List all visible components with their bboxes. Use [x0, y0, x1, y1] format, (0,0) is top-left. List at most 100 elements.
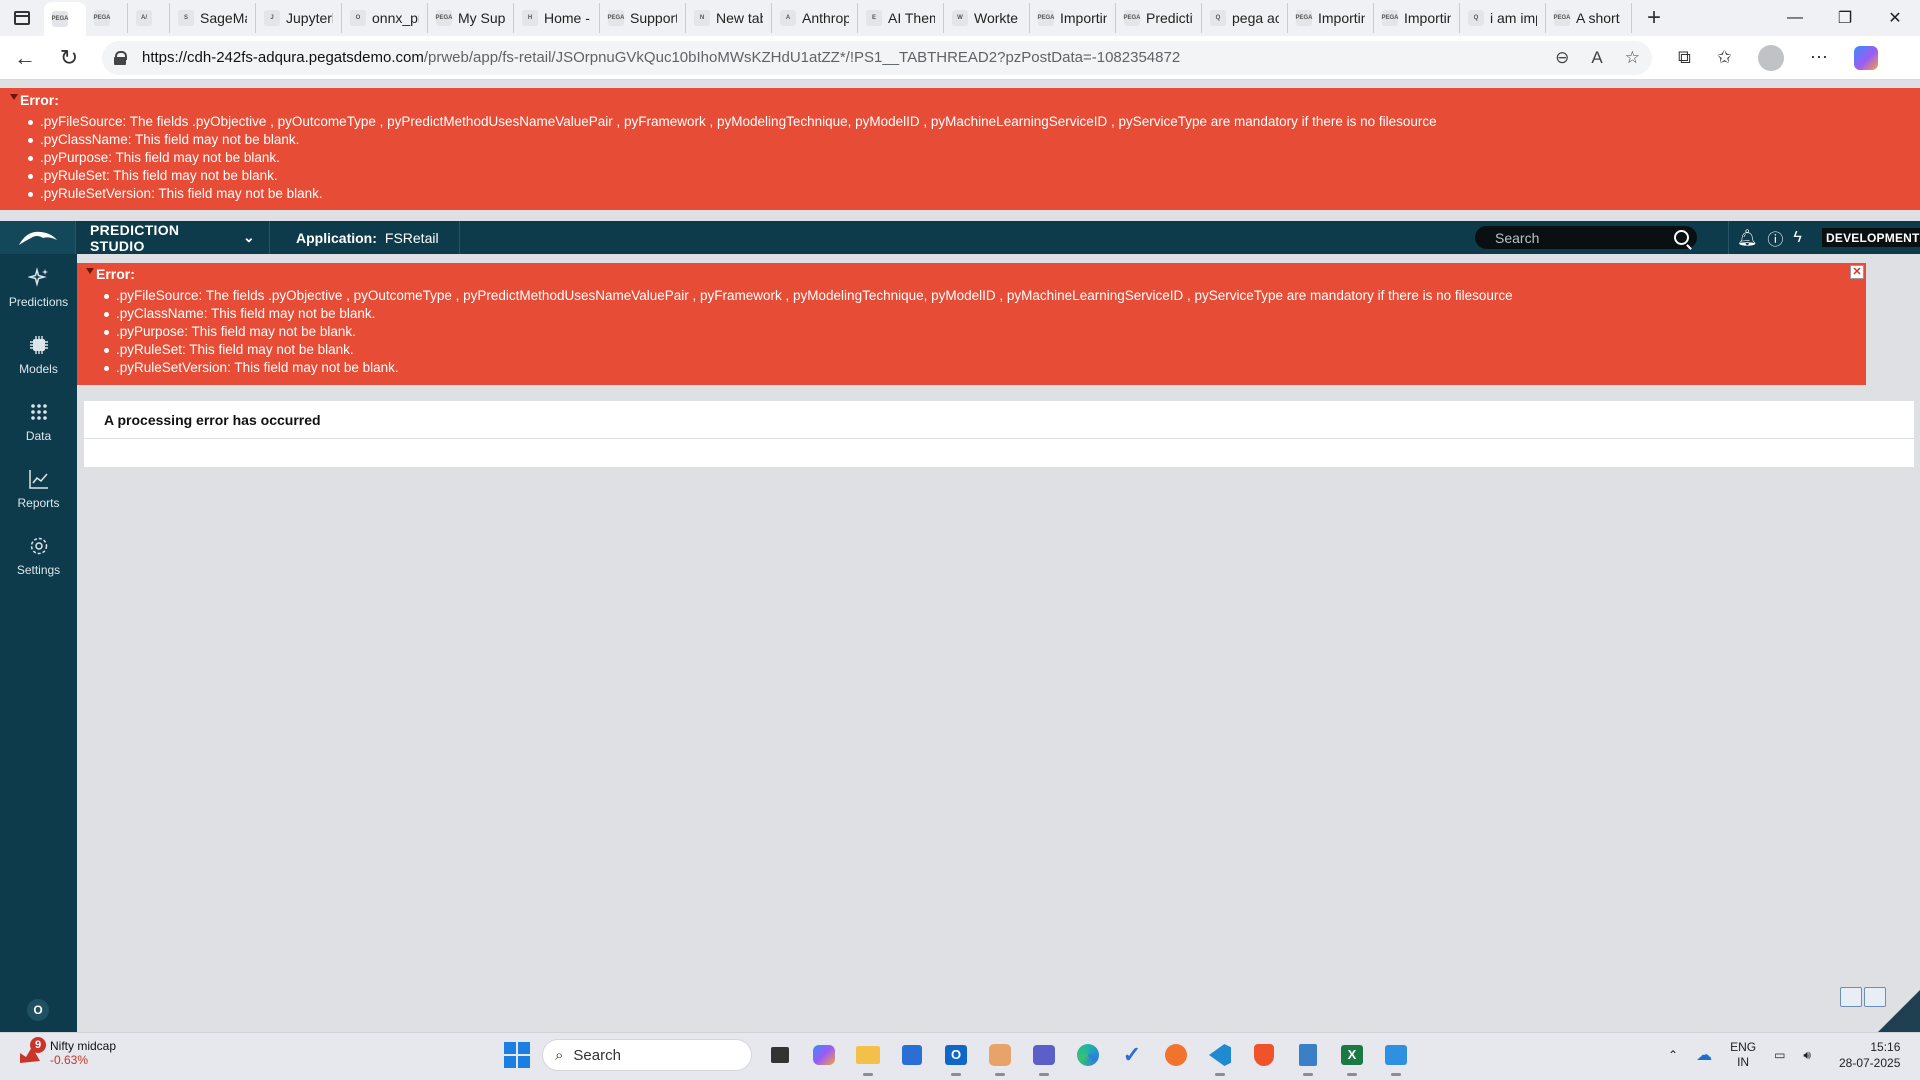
collapse-triangle-icon[interactable]	[86, 268, 94, 274]
show-hidden-icons-icon[interactable]: ⌃	[1668, 1048, 1678, 1062]
browser-tab[interactable]: PEGA Predictiv	[1116, 3, 1202, 33]
file-explorer-icon[interactable]	[852, 1039, 884, 1076]
extensions-icon[interactable]: ⧉	[1678, 47, 1691, 68]
bell-icon[interactable]: 🔔︎	[1737, 228, 1757, 248]
notepad-icon[interactable]	[1292, 1039, 1324, 1076]
browser-tab[interactable]: PEGA	[44, 2, 86, 36]
tab-favicon-icon: PEGA	[608, 10, 625, 26]
browser-tab[interactable]: Oonnx_pr	[342, 3, 428, 33]
nav-item-reports[interactable]: Reports	[0, 455, 77, 522]
brave-icon[interactable]	[1248, 1039, 1280, 1071]
browser-tab[interactable]: PEGA	[86, 3, 128, 33]
search-input[interactable]: Search	[1475, 226, 1697, 249]
taskbar-apps: ⌕ Search O ✓ X	[504, 1039, 1412, 1076]
back-icon[interactable]: ←	[6, 40, 44, 76]
profile-avatar[interactable]	[1757, 44, 1784, 71]
line-chart-icon	[28, 469, 48, 489]
nav-item-data[interactable]: Data	[0, 388, 77, 455]
tab-title: Importin	[1404, 10, 1451, 26]
pega-logo[interactable]	[0, 221, 76, 254]
application-switcher[interactable]: Application: FSRetail	[270, 221, 460, 254]
browser-tab[interactable]: PEGA Support	[600, 3, 686, 33]
browser-toolbar: ← ↻ https://cdh-242fs-adqura.pegatsdemo.…	[0, 36, 1920, 80]
teams-icon[interactable]	[1028, 1039, 1060, 1076]
copilot-icon[interactable]	[1853, 45, 1878, 70]
studio-name: PREDICTION STUDIO	[90, 221, 180, 254]
clock[interactable]: 15:16 28-07-2025	[1839, 1039, 1900, 1071]
read-aloud-icon[interactable]: A	[1591, 48, 1602, 68]
user-avatar[interactable]: O	[27, 999, 49, 1021]
tab-actions-menu-icon[interactable]	[0, 0, 44, 36]
browser-tab[interactable]: E AI Them	[858, 3, 944, 33]
address-bar[interactable]: https://cdh-242fs-adqura.pegatsdemo.com /…	[102, 40, 1652, 75]
error-message: .pyRuleSet: This field may not be blank.	[104, 341, 1857, 359]
tab-favicon-icon: S	[178, 10, 194, 26]
restore-icon[interactable]: ❐	[1820, 0, 1870, 36]
region-code: IN	[1737, 1055, 1750, 1069]
tab-favicon-icon: N	[694, 10, 710, 26]
vscode-icon[interactable]	[1204, 1039, 1236, 1076]
close-icon[interactable]: ✕	[1850, 265, 1864, 279]
browser-tab[interactable]: PEGA Importin	[1030, 3, 1116, 33]
browser-tab[interactable]: PEGA Importin	[1374, 3, 1460, 33]
collapse-triangle-icon[interactable]	[10, 94, 18, 100]
onedrive-icon[interactable]: ☁	[1696, 1045, 1712, 1065]
browser-tab[interactable]: Qpega ac	[1202, 3, 1288, 33]
nav-item-predictions[interactable]: Predictions	[0, 254, 77, 321]
search-placeholder: Search	[1495, 229, 1540, 246]
tab-title: onnx_pr	[372, 10, 419, 26]
error-message: .pyFileSource: The fields .pyObjective ,…	[104, 287, 1857, 305]
lock-icon	[114, 50, 127, 65]
corner-settings-icon[interactable]	[1878, 990, 1920, 1032]
new-tab-button[interactable]: +	[1632, 0, 1676, 36]
tab-favicon-icon: PEGA	[1296, 10, 1313, 26]
favorite-star-icon[interactable]: ☆	[1625, 48, 1640, 68]
browser-tab[interactable]: N New tab	[686, 3, 772, 33]
edge-browser-icon[interactable]	[1072, 1039, 1104, 1071]
browser-tab[interactable]: J Jupyterl	[256, 3, 342, 33]
task-view-icon[interactable]	[764, 1039, 796, 1071]
volume-icon[interactable]: 🔊︎	[1803, 1048, 1811, 1063]
close-window-icon[interactable]: ✕	[1870, 0, 1920, 36]
browser-tab[interactable]: H Home -	[514, 3, 600, 33]
office-app-icon[interactable]	[984, 1039, 1016, 1076]
processing-error-panel: A processing error has occurred	[84, 401, 1914, 467]
orange-app-icon[interactable]	[1160, 1039, 1192, 1071]
windows-start-icon[interactable]	[504, 1042, 530, 1068]
favorites-icon[interactable]: ✩	[1717, 47, 1732, 68]
network-icon[interactable]: ▭	[1774, 1048, 1785, 1062]
language-indicator[interactable]: ENG IN	[1730, 1040, 1756, 1070]
more-menu-icon[interactable]: ⋯	[1810, 47, 1828, 68]
excel-icon[interactable]: X	[1336, 1039, 1368, 1076]
tab-favicon-icon: PEGA	[1382, 10, 1399, 26]
inner-error-list: .pyFileSource: The fields .pyObjective ,…	[104, 287, 1857, 377]
taskbar-search[interactable]: ⌕ Search	[542, 1039, 752, 1071]
browser-tab[interactable]: PEGA My Supp	[428, 3, 514, 33]
inner-error-banner: Error: .pyFileSource: The fields .pyObje…	[77, 263, 1866, 385]
top-error-title: Error:	[20, 92, 59, 108]
copilot-app-icon[interactable]	[808, 1039, 840, 1071]
todo-icon[interactable]: ✓	[1116, 1039, 1148, 1071]
browser-tab[interactable]: PEGA Importin	[1288, 3, 1374, 33]
zoom-icon[interactable]: ⊖	[1555, 48, 1569, 68]
search-icon[interactable]	[1674, 230, 1689, 245]
outlook-icon[interactable]: O	[940, 1039, 972, 1076]
studio-switcher[interactable]: PREDICTION STUDIO ⌄	[76, 221, 270, 254]
store-icon[interactable]	[896, 1039, 928, 1071]
lightning-icon[interactable]: ϟ	[1793, 229, 1801, 247]
browser-tab[interactable]: Qi am imp	[1460, 3, 1546, 33]
remote-desktop-icon[interactable]	[1380, 1039, 1412, 1076]
stock-widget[interactable]: 9 Nifty midcap -0.63%	[18, 1037, 116, 1067]
browser-tab[interactable]: PEGA A short c	[1546, 3, 1632, 33]
tab-title: Jupyterl	[286, 10, 333, 26]
browser-tab[interactable]: A/	[128, 3, 170, 33]
refresh-icon[interactable]: ↻	[50, 40, 88, 76]
help-icon[interactable]: ⓘ	[1767, 226, 1783, 250]
tracer-icon[interactable]	[1840, 987, 1862, 1007]
minimize-icon[interactable]: —	[1770, 0, 1820, 36]
nav-item-models[interactable]: Models	[0, 321, 77, 388]
browser-tab[interactable]: W Workte	[944, 3, 1030, 33]
browser-tab[interactable]: A Anthrop	[772, 3, 858, 33]
nav-item-settings[interactable]: Settings	[0, 522, 77, 589]
browser-tab[interactable]: S SageMa	[170, 3, 256, 33]
